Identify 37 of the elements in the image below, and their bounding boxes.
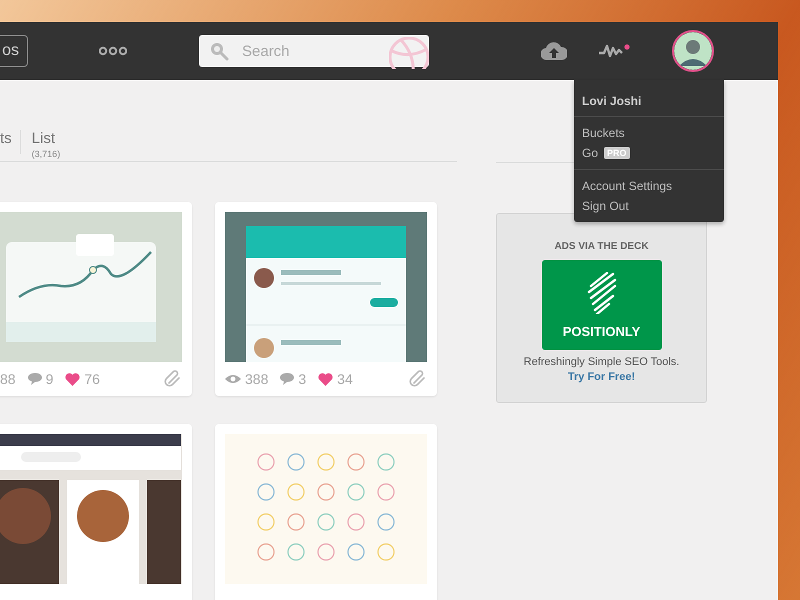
eye-icon — [225, 374, 241, 384]
menu-item[interactable]: Account Settings — [582, 179, 672, 193]
search-field[interactable]: Search — [199, 35, 429, 67]
ad-banner[interactable]: POSITIONLY — [542, 260, 662, 350]
user-name: Lovi Joshi — [574, 80, 724, 117]
view-count: 388 — [245, 371, 268, 387]
activity-icon[interactable] — [598, 43, 630, 59]
upload-icon[interactable] — [541, 42, 567, 60]
ad-heading: ADS VIA THE DECK — [554, 241, 649, 252]
shot-count: (3,716) — [32, 149, 60, 159]
view-count: 88 — [0, 371, 16, 387]
shot-card[interactable] — [0, 424, 192, 600]
comment-count: 3 — [298, 371, 306, 387]
view-tab[interactable]: List — [32, 130, 60, 147]
ad-logo-text: POSITIONLY — [562, 324, 640, 338]
avatar[interactable] — [672, 30, 714, 72]
menu-item[interactable]: Sign Out — [582, 199, 629, 213]
paperclip-icon[interactable] — [164, 370, 182, 388]
nav-button[interactable]: os — [0, 35, 28, 67]
like-count: 34 — [337, 371, 353, 387]
menu-item[interactable]: Go — [582, 146, 598, 160]
view-tab[interactable]: ts — [0, 130, 12, 147]
ad-text: Refreshingly Simple SEO Tools. Try For Free! — [522, 355, 680, 385]
heart-icon[interactable] — [318, 372, 334, 386]
menu-item[interactable]: Buckets — [582, 126, 625, 140]
shot-card[interactable]: 88 9 76 — [0, 202, 192, 396]
comment-icon — [280, 373, 294, 385]
comment-count: 9 — [46, 371, 54, 387]
stripes-logo-icon — [586, 272, 616, 314]
comment-icon — [28, 373, 42, 385]
more-icon[interactable] — [99, 46, 127, 56]
shot-card[interactable]: 388 3 34 — [215, 202, 437, 396]
like-count: 76 — [84, 371, 100, 387]
paperclip-icon[interactable] — [409, 370, 427, 388]
ball-icon — [389, 37, 429, 69]
heart-icon[interactable] — [65, 372, 80, 386]
ad-link[interactable]: Try For Free! — [568, 371, 636, 383]
